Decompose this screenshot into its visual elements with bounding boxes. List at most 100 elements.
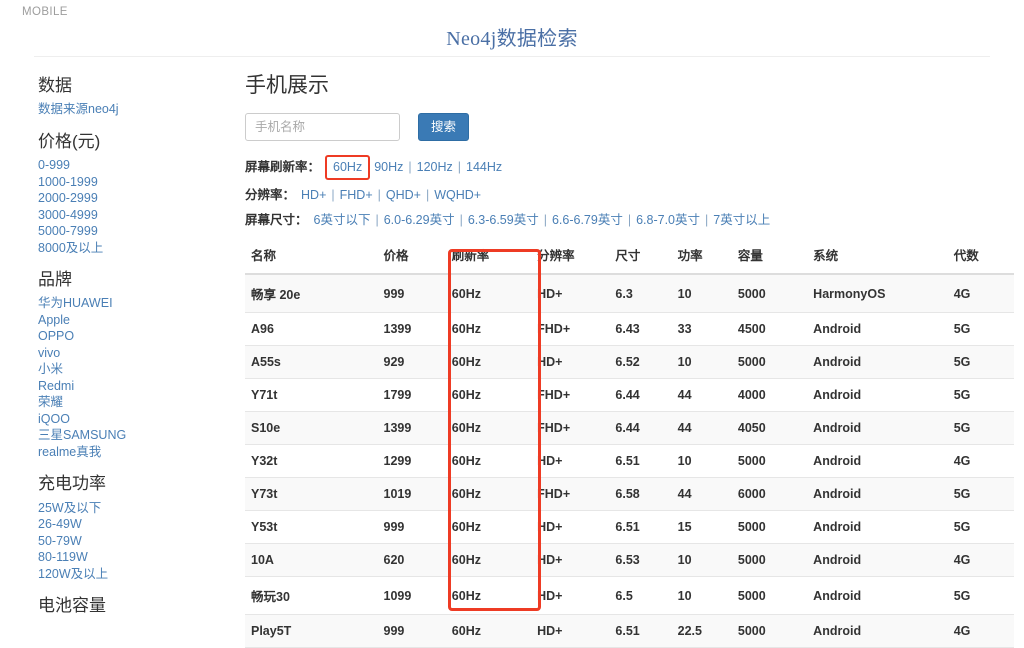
filter-option-size-4[interactable]: 6.8-7.0英寸 [634, 211, 702, 230]
filter-label-screen-size: 屏幕尺寸： [245, 213, 308, 227]
col-header-size[interactable]: 尺寸 [615, 241, 678, 275]
table-row[interactable]: 畅享 20e 999 60Hz HD+ 6.3 10 5000 HarmonyOS 4G [245, 274, 1014, 313]
sidebar-item-brand-1[interactable]: Apple [38, 312, 240, 329]
table-row[interactable]: 畅玩30 1099 60Hz HD+ 6.5 10 5000 Android 5G [245, 576, 1014, 615]
table-row[interactable]: Y73t 1019 60Hz FHD+ 6.58 44 6000 Android 5G [245, 477, 1014, 511]
filter-option-size-0[interactable]: 6英寸以下 [312, 211, 373, 230]
filter-option-size-2[interactable]: 6.3-6.59英寸 [466, 211, 541, 230]
cell-price: 1099 [383, 576, 452, 615]
cell-power: 10 [677, 444, 738, 478]
table-row[interactable]: Y53t 999 60Hz HD+ 6.51 15 5000 Android 5G [245, 510, 1014, 544]
filter-row-resolution: 分辨率： HD+ | FHD+ | QHD+ | WQHD+ [245, 186, 1014, 205]
col-header-generation[interactable]: 代数 [953, 241, 1014, 275]
sidebar-item-brand-3[interactable]: vivo [38, 345, 240, 362]
sidebar-item-price-0[interactable]: 0-999 [38, 157, 240, 174]
table-row[interactable]: S10e 1399 60Hz FHD+ 6.44 44 4050 Android 5G [245, 411, 1014, 445]
cell-generation: 5G [953, 576, 1014, 615]
cell-resolution: HD+ [537, 444, 616, 478]
filter-separator: | [408, 160, 412, 174]
filter-option-size-1[interactable]: 6.0-6.29英寸 [382, 211, 457, 230]
table-row[interactable]: 10A 620 60Hz HD+ 6.53 10 5000 Android 4G [245, 543, 1014, 577]
phone-table-body: 畅享 20e 999 60Hz HD+ 6.3 10 5000 HarmonyOS 4G A96 1… [245, 274, 1014, 648]
search-input[interactable] [245, 113, 400, 141]
cell-resolution: FHD+ [537, 312, 616, 346]
cell-resolution: HD+ [537, 345, 616, 379]
sidebar-item-data-source[interactable]: 数据来源neo4j [38, 101, 240, 118]
cell-generation: 4G [953, 543, 1014, 577]
table-row[interactable]: A96 1399 60Hz FHD+ 6.43 33 4500 Android 5G [245, 312, 1014, 346]
col-header-price[interactable]: 价格 [383, 241, 452, 275]
col-header-name[interactable]: 名称 [245, 241, 384, 275]
sidebar-heading-brand: 品牌 [38, 270, 72, 289]
cell-capacity: 4500 [737, 312, 814, 346]
sidebar-item-price-2[interactable]: 2000-2999 [38, 190, 240, 207]
sidebar-group-price: 价格(元) 0-999 1000-1999 2000-2999 3000-499… [38, 131, 240, 256]
table-row[interactable]: Y71t 1799 60Hz FHD+ 6.44 44 4000 Android 5G [245, 378, 1014, 412]
sidebar-item-brand-6[interactable]: 荣耀 [38, 394, 240, 411]
filter-option-size-3[interactable]: 6.6-6.79英寸 [550, 211, 625, 230]
page-layout: 数据 数据来源neo4j 价格(元) 0-999 1000-1999 2000-… [0, 57, 1024, 648]
sidebar-item-price-3[interactable]: 3000-4999 [38, 207, 240, 224]
table-row[interactable]: Y32t 1299 60Hz HD+ 6.51 10 5000 Android 4G [245, 444, 1014, 478]
col-header-capacity[interactable]: 容量 [737, 241, 814, 275]
cell-capacity: 5000 [737, 345, 814, 379]
sidebar-item-price-5[interactable]: 8000及以上 [38, 240, 240, 257]
cell-os: Android [813, 444, 954, 478]
cell-refresh: 60Hz [451, 614, 538, 648]
filter-option-90hz[interactable]: 90Hz [372, 158, 405, 177]
filter-option-144hz[interactable]: 144Hz [464, 158, 504, 177]
sidebar-item-charging-2[interactable]: 50-79W [38, 533, 240, 550]
cell-os: Android [813, 576, 954, 615]
sidebar-group-battery: 电池容量 [38, 595, 240, 616]
cell-refresh: 60Hz [451, 477, 538, 511]
cell-refresh: 60Hz [451, 510, 538, 544]
sidebar-item-charging-0[interactable]: 25W及以下 [38, 500, 240, 517]
sidebar-item-brand-8[interactable]: 三星SAMSUNG [38, 427, 240, 444]
table-row[interactable]: Play5T 999 60Hz HD+ 6.51 22.5 5000 Android 4G [245, 614, 1014, 648]
cell-power: 33 [677, 312, 738, 346]
cell-refresh: 60Hz [451, 312, 538, 346]
filter-option-fhd-plus[interactable]: FHD+ [338, 186, 375, 205]
sidebar-item-charging-1[interactable]: 26-49W [38, 516, 240, 533]
cell-resolution: HD+ [537, 614, 616, 648]
cell-os: Android [813, 345, 954, 379]
search-button[interactable]: 搜索 [418, 113, 470, 141]
col-header-refresh[interactable]: 刷新率 [451, 241, 538, 275]
filter-option-wqhd-plus[interactable]: WQHD+ [432, 186, 483, 205]
sidebar-item-charging-3[interactable]: 80-119W [38, 549, 240, 566]
phone-table-zone: 名称 价格 刷新率 分辨率 尺寸 功率 容量 系统 代数 畅享 20e 999 60… [245, 241, 1014, 648]
sidebar-item-brand-4[interactable]: 小米 [38, 361, 240, 378]
cell-size: 6.5 [615, 576, 678, 615]
sidebar-group-data: 数据 数据来源neo4j [38, 75, 240, 118]
col-header-os[interactable]: 系统 [813, 241, 954, 275]
col-header-resolution[interactable]: 分辨率 [537, 241, 616, 275]
filter-option-qhd-plus[interactable]: QHD+ [384, 186, 423, 205]
cell-refresh: 60Hz [451, 411, 538, 445]
sidebar-item-price-1[interactable]: 1000-1999 [38, 174, 240, 191]
sidebar-heading-price: 价格(元) [38, 131, 101, 151]
sidebar-item-charging-4[interactable]: 120W及以上 [38, 566, 240, 583]
top-navbar: MOBILE [0, 0, 1024, 20]
cell-name: S10e [245, 411, 384, 445]
table-row[interactable]: A55s 929 60Hz HD+ 6.52 10 5000 Android 5G [245, 345, 1014, 379]
filter-option-120hz[interactable]: 120Hz [415, 158, 455, 177]
cell-power: 10 [677, 274, 738, 313]
cell-generation: 5G [953, 510, 1014, 544]
filter-option-hd-plus[interactable]: HD+ [299, 186, 328, 205]
col-header-power[interactable]: 功率 [677, 241, 738, 275]
filter-options-resolution: HD+ | FHD+ | QHD+ | WQHD+ [299, 186, 483, 205]
sidebar-item-brand-9[interactable]: realme真我 [38, 444, 240, 461]
sidebar-item-brand-7[interactable]: iQOO [38, 411, 240, 428]
filter-option-size-5[interactable]: 7英寸以上 [711, 211, 772, 230]
sidebar-item-brand-2[interactable]: OPPO [38, 328, 240, 345]
sidebar-item-brand-0[interactable]: 华为HUAWEI [38, 295, 240, 312]
filter-row-refresh-rate: 屏幕刷新率： 60Hz 90Hz | 120Hz | 144Hz [245, 155, 1014, 180]
filter-separator: | [375, 213, 379, 227]
navbar-brand[interactable]: MOBILE [22, 6, 68, 18]
filter-option-60hz[interactable]: 60Hz [325, 155, 371, 180]
sidebar-item-price-4[interactable]: 5000-7999 [38, 223, 240, 240]
sidebar: 数据 数据来源neo4j 价格(元) 0-999 1000-1999 2000-… [0, 57, 240, 621]
sidebar-item-brand-5[interactable]: Redmi [38, 378, 240, 395]
cell-size: 6.44 [615, 378, 678, 412]
page-title-container: Neo4j数据检索 [0, 20, 1024, 51]
